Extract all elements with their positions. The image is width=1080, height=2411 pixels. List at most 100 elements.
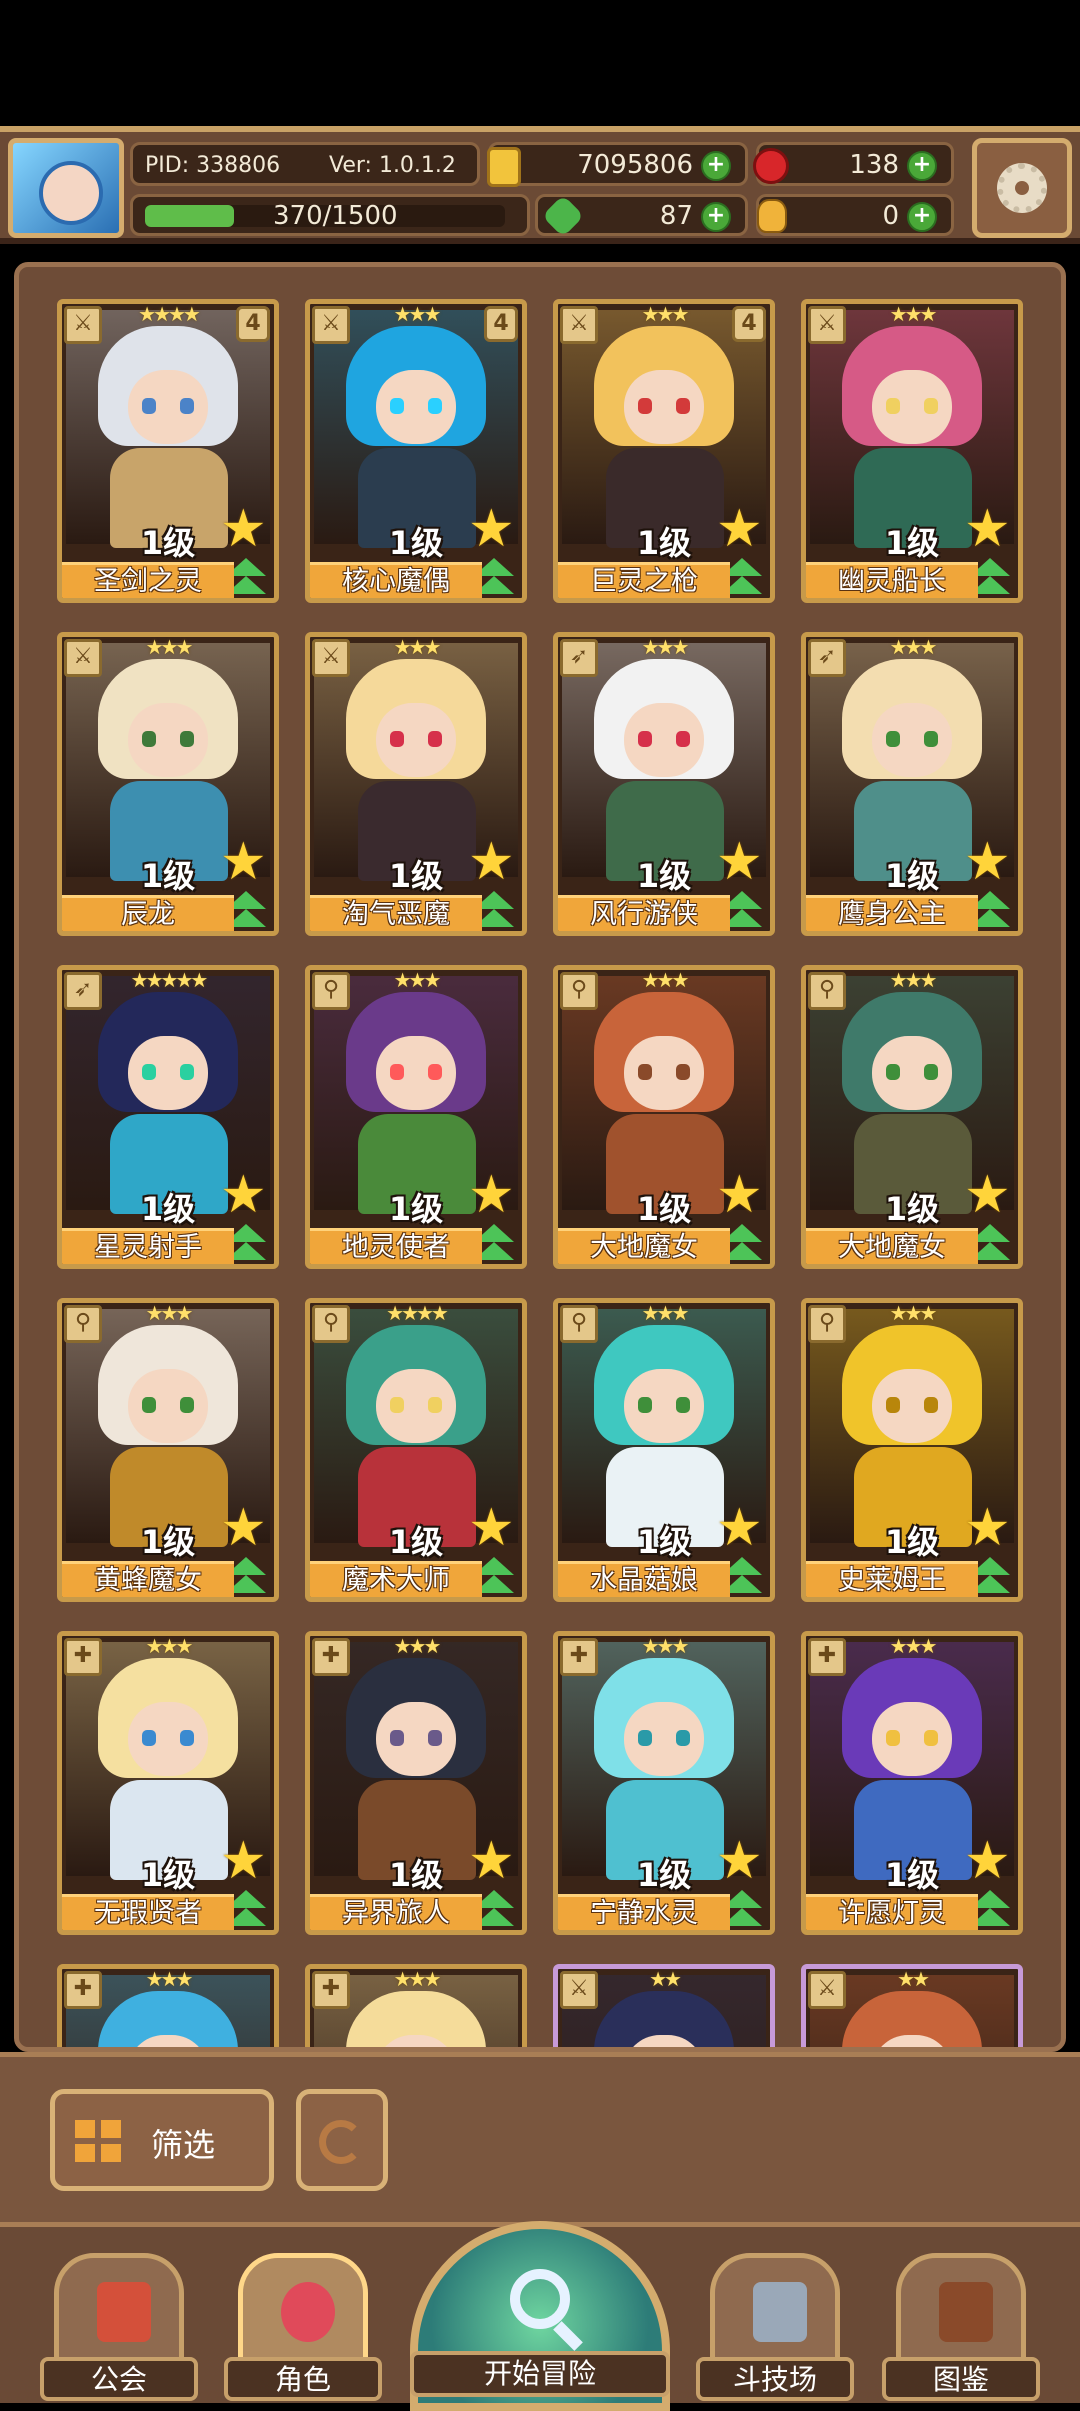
portrait-face	[128, 1036, 208, 1110]
character-name: 许愿灯灵	[806, 1894, 978, 1930]
character-card[interactable]: ★★★ ✚	[305, 1964, 527, 2047]
star-upgrade-icon[interactable]: ★	[220, 1169, 272, 1222]
start-adventure-button[interactable]: 开始冒险	[410, 2221, 670, 2411]
add-gold-icon[interactable]: +	[701, 151, 731, 181]
star-upgrade-icon[interactable]: ★	[468, 503, 520, 556]
bow-icon: ➶	[64, 972, 102, 1010]
settings-button[interactable]	[972, 138, 1072, 238]
exp-box: 370/1500	[130, 194, 530, 236]
staff-icon: ⚲	[808, 1305, 846, 1343]
sword-icon: ⚔	[560, 306, 598, 344]
portrait-face	[624, 1036, 704, 1110]
character-card[interactable]: ★★★ ⚲ 1级 ★ 史莱姆王	[801, 1298, 1023, 1602]
star-upgrade-icon[interactable]: ★	[716, 503, 768, 556]
portrait-face	[872, 703, 952, 777]
portrait-face	[128, 370, 208, 444]
add-clover-icon[interactable]: +	[701, 202, 731, 232]
sword-icon: ⚔	[312, 639, 350, 677]
avatar-face	[39, 161, 103, 225]
character-name: 大地魔女	[558, 1228, 730, 1264]
nav-characters[interactable]: 角色	[218, 2253, 388, 2403]
star-upgrade-icon[interactable]: ★	[468, 1169, 520, 1222]
character-card[interactable]: ★★★ ⚲ 1级 ★ 地灵使者	[305, 965, 527, 1269]
character-card[interactable]: ★★ ⚔	[553, 1964, 775, 2047]
star-upgrade-icon[interactable]: ★	[964, 503, 1016, 556]
character-card[interactable]: ★★★ ⚔ 1级 ★ 幽灵船长	[801, 299, 1023, 603]
star-upgrade-icon[interactable]: ★	[220, 1502, 272, 1555]
portrait-eye	[142, 398, 156, 414]
star-upgrade-icon[interactable]: ★	[964, 1169, 1016, 1222]
star-upgrade-icon[interactable]: ★	[964, 1502, 1016, 1555]
exp-text: 370/1500	[273, 201, 398, 231]
character-card[interactable]: ★★★ ⚲ 1级 ★ 黄蜂魔女	[57, 1298, 279, 1602]
bow-icon: ➶	[560, 639, 598, 677]
star-upgrade-icon[interactable]: ★	[220, 503, 272, 556]
portrait-eye	[886, 398, 900, 414]
character-panel[interactable]: ★★★★ ⚔ 4 1级 ★ 圣剑之灵 ★★★ ⚔ 4 1级 ★ 核心魔偶 ★★★ ⚔ 4 1级 ★ 巨灵之枪 ★★★…	[14, 262, 1066, 2052]
guild-house-icon	[97, 2282, 151, 2342]
character-card[interactable]: ★★★ ✚ 1级 ★ 异界旅人	[305, 1631, 527, 1935]
character-card[interactable]: ★★★ ⚔ 4 1级 ★ 巨灵之枪	[553, 299, 775, 603]
portrait-eye	[676, 731, 690, 747]
sword-icon: ⚔	[64, 639, 102, 677]
character-card[interactable]: ★★★★ ⚔ 4 1级 ★ 圣剑之灵	[57, 299, 279, 603]
character-card[interactable]: ★★★★ ⚲ 1级 ★ 魔术大师	[305, 1298, 527, 1602]
character-card[interactable]: ★★★ ✚ 1级 ★ 许愿灯灵	[801, 1631, 1023, 1935]
portrait-eye	[428, 1397, 442, 1413]
star-upgrade-icon[interactable]: ★	[468, 1502, 520, 1555]
star-upgrade-icon[interactable]: ★	[716, 836, 768, 889]
character-card[interactable]: ★★★ ⚔ 1级 ★ 淘气恶魔	[305, 632, 527, 936]
sword-icon: ⚔	[808, 306, 846, 344]
filter-button[interactable]: 筛选	[50, 2089, 274, 2191]
character-card[interactable]: ★★★ ✚	[57, 1964, 279, 2047]
magnifier-icon	[510, 2269, 570, 2329]
nav-arena-label: 斗技场	[696, 2357, 854, 2401]
character-card[interactable]: ★★★ ✚ 1级 ★ 宁静水灵	[553, 1631, 775, 1935]
cross-icon: ✚	[808, 1638, 846, 1676]
crossed-swords-icon	[753, 2282, 807, 2342]
portrait-eye	[676, 1730, 690, 1746]
potion-icon	[757, 199, 787, 233]
character-card[interactable]: ★★★ ⚔ 4 1级 ★ 核心魔偶	[305, 299, 527, 603]
staff-icon: ⚲	[312, 972, 350, 1010]
add-ruby-icon[interactable]: +	[907, 151, 937, 181]
portrait-face	[872, 1036, 952, 1110]
star-upgrade-icon[interactable]: ★	[964, 836, 1016, 889]
character-name: 巨灵之枪	[558, 562, 730, 598]
rank-badge: 4	[236, 306, 270, 342]
character-card[interactable]: ★★★ ➶ 1级 ★ 风行游侠	[553, 632, 775, 936]
portrait-eye	[886, 1730, 900, 1746]
character-card[interactable]: ★★★ ⚲ 1级 ★ 水晶菇娘	[553, 1298, 775, 1602]
character-card[interactable]: ★★ ⚔	[801, 1964, 1023, 2047]
portrait-face	[376, 1036, 456, 1110]
star-upgrade-icon[interactable]: ★	[964, 1835, 1016, 1888]
character-name: 鹰身公主	[806, 895, 978, 931]
star-upgrade-icon[interactable]: ★	[716, 1169, 768, 1222]
cross-icon: ✚	[312, 1638, 350, 1676]
nav-guild[interactable]: 公会	[34, 2253, 204, 2403]
character-card[interactable]: ★★★ ⚔ 1级 ★ 辰龙	[57, 632, 279, 936]
refresh-button[interactable]	[296, 2089, 388, 2191]
refresh-icon	[319, 2120, 363, 2164]
add-potion-icon[interactable]: +	[907, 202, 937, 232]
star-upgrade-icon[interactable]: ★	[716, 1835, 768, 1888]
nav-arena[interactable]: 斗技场	[690, 2253, 860, 2403]
character-card[interactable]: ★★★ ⚲ 1级 ★ 大地魔女	[553, 965, 775, 1269]
character-card[interactable]: ★★★★★ ➶ 1级 ★ 星灵射手	[57, 965, 279, 1269]
character-card[interactable]: ★★★ ✚ 1级 ★ 无瑕贤者	[57, 1631, 279, 1935]
character-card[interactable]: ★★★ ⚲ 1级 ★ 大地魔女	[801, 965, 1023, 1269]
star-upgrade-icon[interactable]: ★	[716, 1502, 768, 1555]
star-upgrade-icon[interactable]: ★	[220, 1835, 272, 1888]
star-upgrade-icon[interactable]: ★	[220, 836, 272, 889]
portrait-eye	[428, 1064, 442, 1080]
nav-codex-label: 图鉴	[882, 2357, 1040, 2401]
portrait-face	[376, 1369, 456, 1443]
character-card[interactable]: ★★★ ➶ 1级 ★ 鹰身公主	[801, 632, 1023, 936]
star-upgrade-icon[interactable]: ★	[468, 836, 520, 889]
nav-tile	[54, 2253, 184, 2373]
gold-counter: 7095806 +	[487, 142, 748, 187]
status-bar	[0, 0, 1080, 126]
star-upgrade-icon[interactable]: ★	[468, 1835, 520, 1888]
nav-codex[interactable]: 图鉴	[876, 2253, 1046, 2403]
player-avatar[interactable]	[8, 138, 124, 238]
